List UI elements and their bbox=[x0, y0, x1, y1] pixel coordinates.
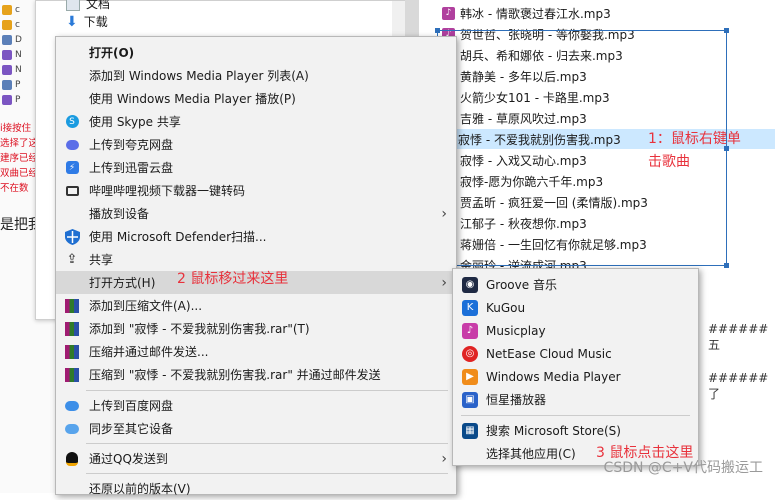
file-icon bbox=[2, 50, 12, 60]
chevron-right-icon: › bbox=[441, 450, 447, 467]
explorer-item-documents[interactable]: 文档 bbox=[66, 0, 110, 12]
watermark: CSDN @C+V代码搬运工 bbox=[603, 460, 763, 476]
file-icon bbox=[2, 65, 12, 75]
search-microsoft-store[interactable]: ▦ 搜索 Microsoft Store(S) bbox=[453, 419, 698, 442]
app-groove-music[interactable]: ◉ Groove 音乐 bbox=[453, 273, 698, 296]
file-icon bbox=[2, 35, 12, 45]
bg-file-3: D bbox=[2, 33, 22, 47]
baidu-cloud-icon bbox=[64, 398, 80, 414]
winrar-icon bbox=[64, 367, 80, 383]
kugou-icon: K bbox=[462, 299, 478, 316]
menu-item-quark-upload[interactable]: 上传到夸克网盘 bbox=[56, 133, 456, 156]
open-with-submenu: ◉ Groove 音乐 K KuGou ♪ Musicplay ◎ NetEas… bbox=[452, 268, 699, 466]
app-hengxing-player[interactable]: ▣ 恒星播放器 bbox=[453, 388, 698, 411]
chevron-right-icon: › bbox=[441, 205, 447, 222]
menu-item-add-to-archive[interactable]: 添加到压缩文件(A)... bbox=[56, 294, 456, 317]
menu-item-compress-named-email[interactable]: 压缩到 "寂悸 - 不爱我就别伤害我.rar" 并通过邮件发送 bbox=[56, 363, 456, 386]
bg-file-5: N bbox=[2, 63, 22, 77]
menu-separator bbox=[461, 415, 690, 416]
musicplay-icon: ♪ bbox=[462, 322, 478, 339]
file-icon bbox=[2, 20, 12, 30]
document-icon bbox=[66, 0, 80, 11]
store-icon: ▦ bbox=[462, 422, 478, 439]
resize-handle[interactable] bbox=[435, 28, 440, 33]
netease-music-icon: ◎ bbox=[462, 345, 478, 362]
download-arrow-icon: ⬇ bbox=[66, 13, 78, 30]
markdown-heading-2: ###### 了 bbox=[708, 371, 769, 401]
menu-separator bbox=[86, 473, 448, 474]
file-icon bbox=[2, 80, 12, 90]
menu-item-defender-scan[interactable]: 使用 Microsoft Defender扫描... bbox=[56, 225, 456, 248]
menu-item-sync-devices[interactable]: 同步至其它设备 bbox=[56, 417, 456, 440]
winrar-icon bbox=[64, 321, 80, 337]
chevron-right-icon: › bbox=[441, 274, 447, 291]
menu-item-restore-versions[interactable]: 还原以前的版本(V) bbox=[56, 477, 456, 500]
annotation-step2: 2 鼠标移过来这里 bbox=[177, 271, 289, 287]
menu-item-bilibili-transcode[interactable]: 哔哩哔哩视频下载器一键转码 bbox=[56, 179, 456, 202]
file-icon bbox=[2, 5, 12, 15]
annotation-step1: 1：鼠标右键单 bbox=[648, 131, 741, 147]
resize-handle[interactable] bbox=[724, 28, 729, 33]
annotation-step1-cont: 击歌曲 bbox=[648, 154, 690, 170]
menu-item-send-via-qq[interactable]: 通过QQ发送到 › bbox=[56, 447, 456, 470]
skype-icon: S bbox=[64, 114, 80, 130]
wmp-icon: ▶ bbox=[462, 368, 478, 385]
selection-frame bbox=[435, 28, 729, 268]
app-musicplay[interactable]: ♪ Musicplay bbox=[453, 319, 698, 342]
explorer-item-downloads[interactable]: ⬇ 下载 bbox=[66, 13, 108, 30]
bilibili-icon bbox=[64, 183, 80, 199]
menu-separator bbox=[86, 390, 448, 391]
winrar-icon bbox=[64, 344, 80, 360]
share-icon: ⇪ bbox=[66, 252, 78, 267]
bg-file-4: N bbox=[2, 48, 22, 62]
baidu-sync-icon bbox=[64, 421, 80, 437]
menu-item-thunder-upload[interactable]: ⚡ 上传到迅雷云盘 bbox=[56, 156, 456, 179]
song-row[interactable]: 韩冰 - 情歌褒过春江水.mp3 bbox=[460, 3, 611, 23]
menu-separator bbox=[86, 443, 448, 444]
bg-file-1: c bbox=[2, 3, 20, 17]
menu-item-cast-to-device[interactable]: 播放到设备 › bbox=[56, 202, 456, 225]
menu-item-play-wmp[interactable]: 使用 Windows Media Player 播放(P) bbox=[56, 87, 456, 110]
menu-item-compress-email[interactable]: 压缩并通过邮件发送... bbox=[56, 340, 456, 363]
hengxing-player-icon: ▣ bbox=[462, 391, 478, 408]
bg-file-6: P bbox=[2, 78, 20, 92]
groove-music-icon: ◉ bbox=[462, 276, 478, 293]
bg-file-2: c bbox=[2, 18, 20, 32]
music-file-icon: ♪ bbox=[442, 7, 455, 20]
menu-item-open[interactable]: 打开(O) bbox=[56, 41, 456, 64]
app-kugou[interactable]: K KuGou bbox=[453, 296, 698, 319]
markdown-heading-1: ###### 五 bbox=[708, 322, 769, 352]
bg-file-7: P bbox=[2, 93, 20, 107]
thunder-cloud-icon: ⚡ bbox=[64, 160, 80, 176]
menu-item-baidu-upload[interactable]: 上传到百度网盘 bbox=[56, 394, 456, 417]
file-icon bbox=[2, 95, 12, 105]
menu-item-skype-share[interactable]: S 使用 Skype 共享 bbox=[56, 110, 456, 133]
quark-cloud-icon bbox=[64, 137, 80, 153]
menu-item-add-to-named-rar[interactable]: 添加到 "寂悸 - 不爱我就别伤害我.rar"(T) bbox=[56, 317, 456, 340]
context-menu: 打开(O) 添加到 Windows Media Player 列表(A) 使用 … bbox=[55, 36, 457, 496]
resize-handle[interactable] bbox=[724, 263, 729, 268]
app-windows-media-player[interactable]: ▶ Windows Media Player bbox=[453, 365, 698, 388]
qq-penguin-icon bbox=[64, 451, 80, 467]
defender-shield-icon bbox=[64, 228, 80, 245]
winrar-icon bbox=[64, 298, 80, 314]
app-netease-cloud-music[interactable]: ◎ NetEase Cloud Music bbox=[453, 342, 698, 365]
song-filename: 韩冰 - 情歌褒过春江水.mp3 bbox=[460, 6, 611, 21]
menu-item-add-to-wmp-list[interactable]: 添加到 Windows Media Player 列表(A) bbox=[56, 64, 456, 87]
